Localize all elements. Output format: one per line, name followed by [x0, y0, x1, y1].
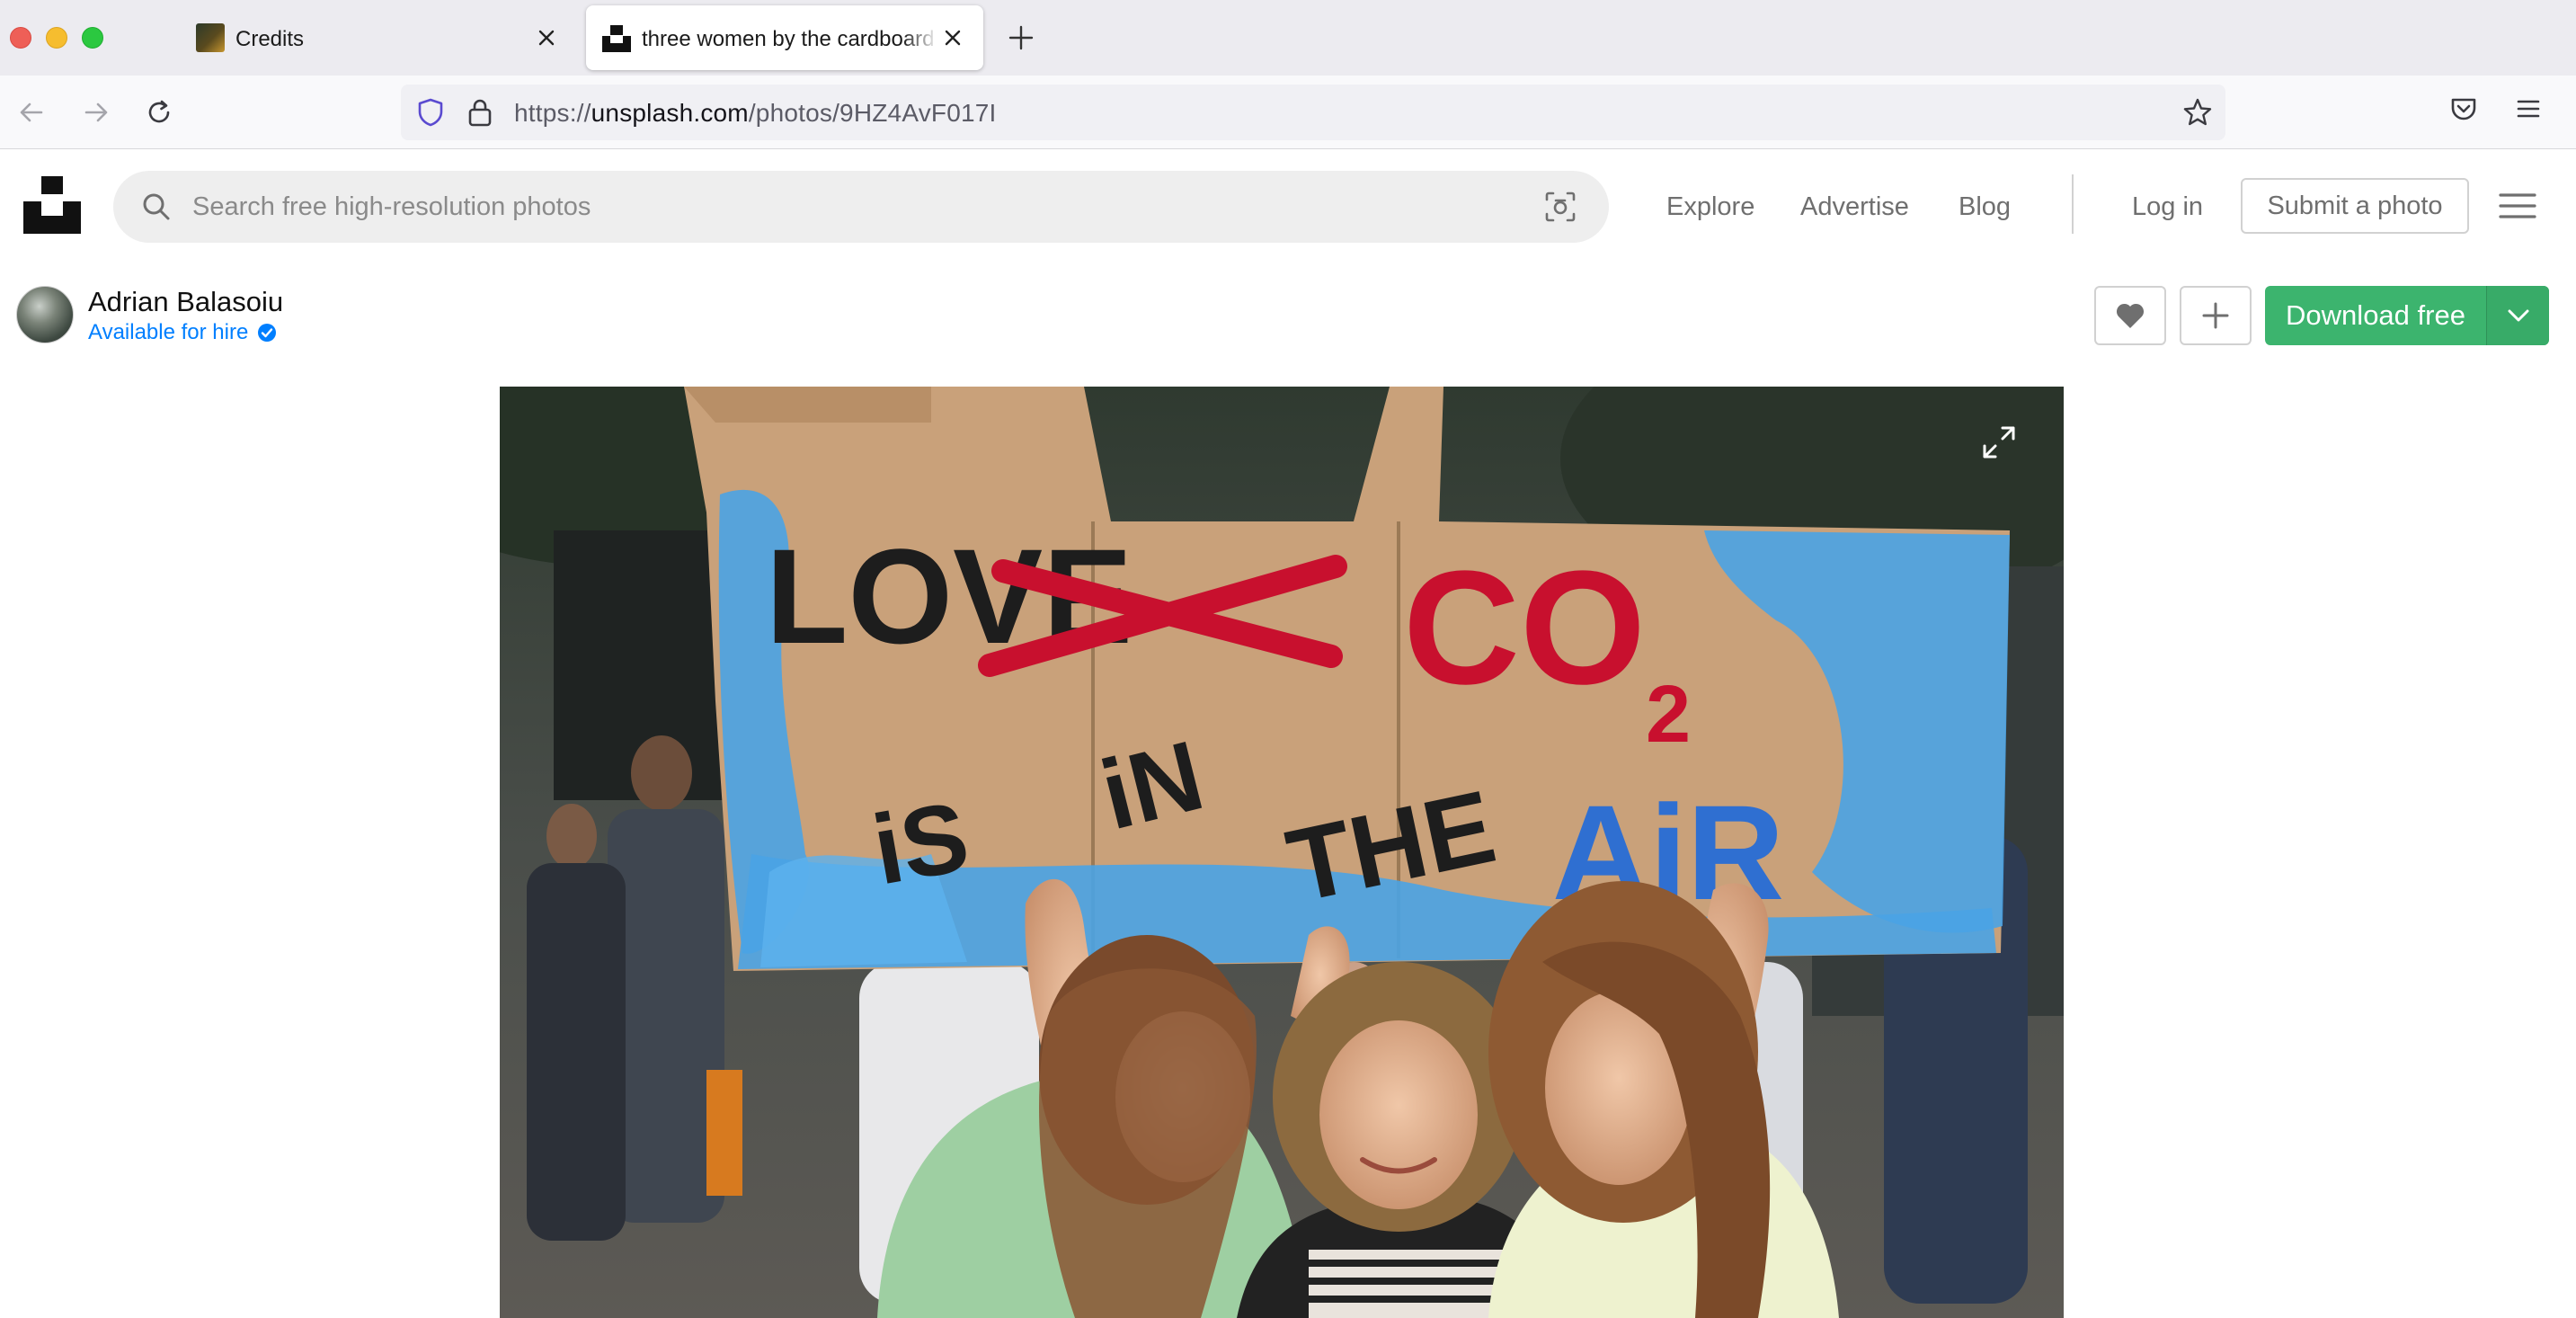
avatar[interactable] [16, 286, 74, 343]
close-tab-button[interactable] [937, 22, 969, 54]
sign-subscript: 2 [1646, 670, 1691, 760]
browser-tab-strip: Credits three women by the cardboard pap… [0, 0, 2576, 76]
pocket-icon[interactable] [2448, 94, 2479, 124]
plus-icon [1008, 25, 1034, 50]
zoom-window-button[interactable] [82, 27, 103, 49]
add-to-collection-button[interactable] [2180, 286, 2252, 345]
expand-fullscreen-icon[interactable] [1981, 424, 2017, 460]
close-icon [945, 30, 961, 46]
site-header: Explore Advertise Blog Log in Submit a p… [0, 149, 2576, 266]
nav-link-explore[interactable]: Explore [1666, 192, 1754, 222]
sign-is: iS [866, 780, 977, 905]
visual-search-icon[interactable] [1544, 191, 1577, 223]
search-bar [113, 171, 1609, 243]
tab-title: three women by the cardboard paper photo… [642, 27, 938, 51]
minimize-window-button[interactable] [46, 27, 67, 49]
download-size-dropdown[interactable] [2486, 286, 2549, 345]
credits-favicon-icon [196, 23, 225, 52]
download-free-button[interactable]: Download free [2265, 286, 2486, 345]
chevron-down-icon [2508, 309, 2528, 322]
tracking-protection-shield-icon[interactable] [415, 97, 446, 128]
reload-icon [148, 100, 170, 123]
like-button[interactable] [2094, 286, 2166, 345]
tab-credits[interactable]: Credits [180, 5, 575, 70]
available-for-hire-link[interactable]: Available for hire [88, 320, 277, 345]
download-button-group: Download free [2265, 286, 2549, 345]
tab-title: Credits [235, 27, 305, 51]
arrow-left-icon [20, 102, 43, 122]
site-menu-icon[interactable] [2499, 191, 2536, 221]
unsplash-logo-icon[interactable] [23, 176, 81, 234]
url-text[interactable]: https://unsplash.com/photos/9HZ4AvF017I [514, 99, 997, 128]
browser-toolbar: https://unsplash.com/photos/9HZ4AvF017I [0, 76, 2576, 149]
browser-menu-icon[interactable] [2513, 94, 2544, 124]
photo-illustration: LOVE CO 2 iS iN THE AiR [500, 387, 2064, 1318]
unsplash-favicon-icon [602, 25, 631, 52]
search-icon[interactable] [140, 191, 173, 223]
lock-icon[interactable] [466, 97, 494, 128]
heart-icon [2116, 303, 2145, 328]
main-photo[interactable]: LOVE CO 2 iS iN THE AiR [500, 387, 2064, 1318]
new-tab-button[interactable] [1003, 20, 1039, 56]
close-window-button[interactable] [10, 27, 31, 49]
login-link[interactable]: Log in [2132, 192, 2203, 222]
bookmark-star-icon[interactable] [2182, 97, 2213, 128]
photographer-name[interactable]: Adrian Balasoiu [88, 286, 283, 318]
submit-photo-button[interactable]: Submit a photo [2241, 178, 2469, 234]
hire-label: Available for hire [88, 320, 249, 344]
close-icon [538, 30, 555, 46]
tab-unsplash-photo[interactable]: three women by the cardboard paper photo… [586, 5, 983, 70]
search-input[interactable] [192, 171, 1523, 243]
nav-link-blog[interactable]: Blog [1959, 192, 2011, 222]
plus-icon [2202, 302, 2229, 329]
forward-button[interactable] [77, 94, 115, 131]
close-tab-button[interactable] [530, 22, 563, 54]
address-bar[interactable]: https://unsplash.com/photos/9HZ4AvF017I [401, 85, 2225, 140]
sign-co: CO [1403, 538, 1646, 718]
back-button[interactable] [13, 94, 50, 131]
nav-divider [2072, 174, 2074, 234]
reload-button[interactable] [140, 94, 178, 131]
verified-badge-icon [258, 324, 277, 342]
arrow-right-icon [84, 102, 108, 122]
nav-link-advertise[interactable]: Advertise [1800, 192, 1909, 222]
